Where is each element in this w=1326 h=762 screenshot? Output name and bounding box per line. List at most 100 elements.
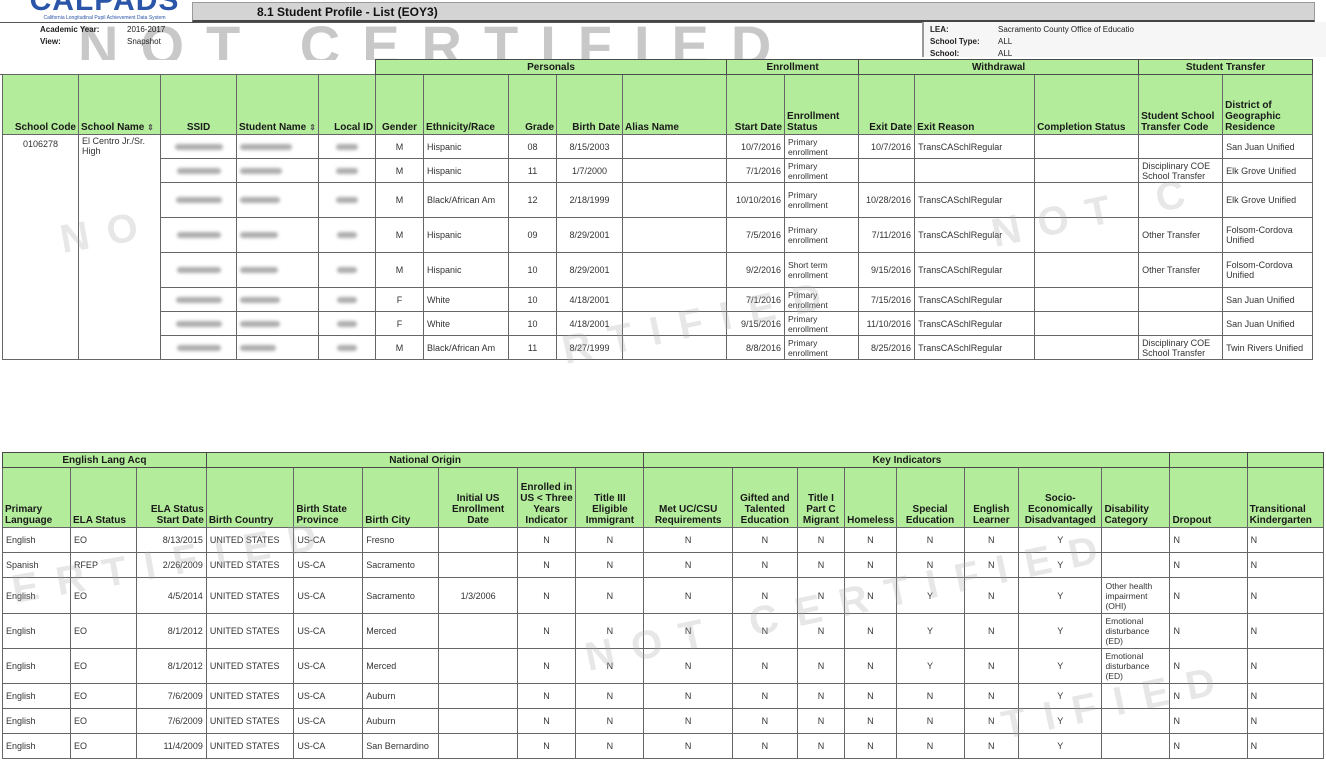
column-header-ethnicity[interactable]: Ethnicity/Race bbox=[423, 74, 510, 135]
column-header-ela-status[interactable]: ELA Status bbox=[69, 467, 137, 528]
column-header-birth-date[interactable]: Birth Date bbox=[556, 74, 624, 135]
table-row[interactable]: M Hispanic 11 1/7/2000 7/1/2016 Primary enrol… bbox=[3, 158, 1314, 183]
primary-language-cell: Spanish bbox=[2, 552, 71, 578]
initial-us-enrollment-cell bbox=[438, 648, 518, 684]
table-row[interactable]: English EO 11/4/2009 UNITED STATES US-CA San … bbox=[2, 733, 1325, 759]
alias-name-cell bbox=[622, 287, 728, 312]
column-header-uccsu[interactable]: Met UC/CSU Requirements bbox=[643, 467, 733, 528]
column-header-dropout[interactable]: Dropout bbox=[1169, 467, 1248, 528]
alias-name-cell bbox=[622, 134, 728, 159]
local-id-cell-redacted bbox=[317, 252, 377, 288]
table-row[interactable]: Spanish RFEP 2/26/2009 UNITED STATES US-CA Sa… bbox=[2, 552, 1325, 578]
column-header-district-residence[interactable]: District of Geographic Residence bbox=[1222, 74, 1314, 135]
column-header-title1c[interactable]: Title I Part C Migrant bbox=[796, 467, 846, 528]
student-name-cell-redacted[interactable] bbox=[236, 287, 319, 312]
column-header-alias-name[interactable]: Alias Name bbox=[622, 74, 728, 135]
student-name-cell-redacted[interactable] bbox=[236, 311, 319, 336]
table-row[interactable]: F White 10 4/18/2001 9/15/2016 Primary enroll… bbox=[3, 311, 1314, 336]
column-header-title3[interactable]: Title III Eligible Immigrant bbox=[575, 467, 645, 528]
sort-arrows-icon[interactable]: ⇕ bbox=[147, 123, 154, 132]
table-row[interactable]: 0106278 El Centro Jr./Sr. High M Hispanic 08… bbox=[2, 134, 1314, 360]
table-row[interactable]: M Black/African Am 12 2/18/1999 10/10/2016 Pr… bbox=[3, 182, 1314, 218]
birth-state-cell: US-CA bbox=[293, 708, 364, 734]
primary-language-cell: English bbox=[2, 708, 71, 734]
column-header-ela-start-date[interactable]: ELA Status Start Date bbox=[135, 467, 207, 528]
district-residence-cell: Folsom-Cordova Unified bbox=[1222, 252, 1314, 288]
sed-cell: Y bbox=[1018, 613, 1103, 649]
column-header-start-date[interactable]: Start Date bbox=[726, 74, 786, 135]
student-name-cell-redacted[interactable] bbox=[236, 158, 319, 183]
student-name-cell-redacted[interactable] bbox=[236, 182, 319, 218]
ethnicity-cell: Black/African Am bbox=[423, 182, 510, 218]
column-header-school-name[interactable]: School Name ⇕ bbox=[78, 74, 161, 135]
column-header-exit-reason[interactable]: Exit Reason bbox=[914, 74, 1036, 135]
academic-year-label: Academic Year: bbox=[40, 25, 100, 34]
column-header-transfer-code[interactable]: Student School Transfer Code bbox=[1138, 74, 1224, 135]
table-row[interactable]: English EO 7/6/2009 UNITED STATES US-CA Aubur… bbox=[2, 683, 1325, 709]
column-header-enrolled-lt3[interactable]: Enrolled in US < Three Years Indicator bbox=[516, 467, 577, 528]
column-header-birth-city[interactable]: Birth City bbox=[362, 467, 440, 528]
column-header-homeless[interactable]: Homeless bbox=[844, 467, 897, 528]
uccsu-cell: N bbox=[643, 552, 733, 578]
student-name-cell-redacted[interactable] bbox=[236, 252, 319, 288]
gate-cell: N bbox=[731, 708, 798, 734]
column-header-ssid[interactable]: SSID bbox=[160, 74, 237, 135]
table-row[interactable]: M Hispanic 09 8/29/2001 7/5/2016 Primary enro… bbox=[3, 217, 1314, 253]
table-row[interactable]: F White 10 4/18/2001 7/1/2016 Primary enrollm… bbox=[3, 287, 1314, 312]
exit-date-cell: 10/28/2016 bbox=[858, 182, 916, 218]
school-code-cell: 0106278 bbox=[2, 134, 79, 360]
column-header-transitional-k[interactable]: Transitional Kindergarten bbox=[1246, 467, 1325, 528]
initial-us-enrollment-cell bbox=[438, 613, 518, 649]
completion-status-cell bbox=[1034, 287, 1140, 312]
column-header-gender[interactable]: Gender bbox=[375, 74, 425, 135]
column-header-enrollment-status[interactable]: Enrollment Status bbox=[784, 74, 860, 135]
column-header-primary-language[interactable]: Primary Language bbox=[2, 467, 71, 528]
table-row[interactable]: M Hispanic 10 8/29/2001 9/2/2016 Short term e… bbox=[3, 252, 1314, 288]
table-row[interactable]: English EO 8/13/2015 UNITED STATES US-CA Fres… bbox=[2, 527, 1325, 553]
title3-cell: N bbox=[575, 527, 645, 553]
column-header-birth-country[interactable]: Birth Country bbox=[205, 467, 295, 528]
column-header-sed[interactable]: Socio-Economically Disadvantaged bbox=[1018, 467, 1103, 528]
table-row[interactable]: M Black/African Am 11 8/27/1999 8/8/2016 Prim… bbox=[3, 335, 1314, 360]
english-learner-cell: N bbox=[963, 527, 1020, 553]
grade-cell: 08 bbox=[508, 134, 558, 159]
student-name-cell-redacted[interactable] bbox=[236, 217, 319, 253]
start-date-cell: 8/8/2016 bbox=[726, 335, 786, 360]
table-row[interactable]: English EO 8/1/2012 UNITED STATES US-CA Merce… bbox=[2, 648, 1325, 684]
table-row[interactable]: English EO 7/6/2009 UNITED STATES US-CA Aubur… bbox=[2, 708, 1325, 734]
column-header-completion-status[interactable]: Completion Status bbox=[1034, 74, 1140, 135]
table-row[interactable]: English EO 8/1/2012 UNITED STATES US-CA Merce… bbox=[2, 613, 1325, 649]
column-header-grade[interactable]: Grade bbox=[508, 74, 558, 135]
logo-subtitle: California Longitudinal Pupil Achievemen… bbox=[43, 15, 166, 21]
homeless-cell: N bbox=[844, 552, 897, 578]
column-header-english-learner[interactable]: English Learner bbox=[963, 467, 1020, 528]
student-name-cell-redacted[interactable] bbox=[236, 134, 319, 159]
ethnicity-cell: Hispanic bbox=[423, 252, 510, 288]
column-header-school-code[interactable]: School Code bbox=[2, 74, 79, 135]
column-header-student-name[interactable]: Student Name ⇕ bbox=[236, 74, 319, 135]
initial-us-enrollment-cell bbox=[438, 683, 518, 709]
column-header-disability[interactable]: Disability Category bbox=[1101, 467, 1171, 528]
empty-group-header bbox=[3, 60, 376, 75]
sed-cell: Y bbox=[1018, 577, 1103, 614]
disability-cell: Emotional disturbance (ED) bbox=[1101, 613, 1171, 649]
grade-cell: 10 bbox=[508, 287, 558, 312]
column-header-exit-date[interactable]: Exit Date bbox=[858, 74, 916, 135]
column-header-birth-state[interactable]: Birth State Province bbox=[293, 467, 364, 528]
student-name-cell-redacted[interactable] bbox=[236, 335, 319, 360]
column-header-local-id[interactable]: Local ID bbox=[317, 74, 377, 135]
birth-state-cell: US-CA bbox=[293, 733, 364, 759]
column-header-special-education[interactable]: Special Education bbox=[895, 467, 965, 528]
completion-status-cell bbox=[1034, 134, 1140, 159]
view-label: View: bbox=[40, 37, 61, 46]
transfer-code-cell: Disciplinary COE School Transfer bbox=[1138, 158, 1224, 183]
sort-arrows-icon[interactable]: ⇕ bbox=[309, 122, 316, 133]
column-header-initial-us-enrollment[interactable]: Initial US Enrollment Date bbox=[438, 467, 518, 528]
birth-country-cell: UNITED STATES bbox=[205, 613, 295, 649]
completion-status-cell bbox=[1034, 311, 1140, 336]
grade-cell: 11 bbox=[508, 158, 558, 183]
table-row[interactable]: English EO 4/5/2014 UNITED STATES US-CA Sacra… bbox=[2, 577, 1325, 614]
column-header-gate[interactable]: Gifted and Talented Education bbox=[731, 467, 798, 528]
gate-cell: N bbox=[731, 613, 798, 649]
start-date-cell: 7/1/2016 bbox=[726, 158, 786, 183]
